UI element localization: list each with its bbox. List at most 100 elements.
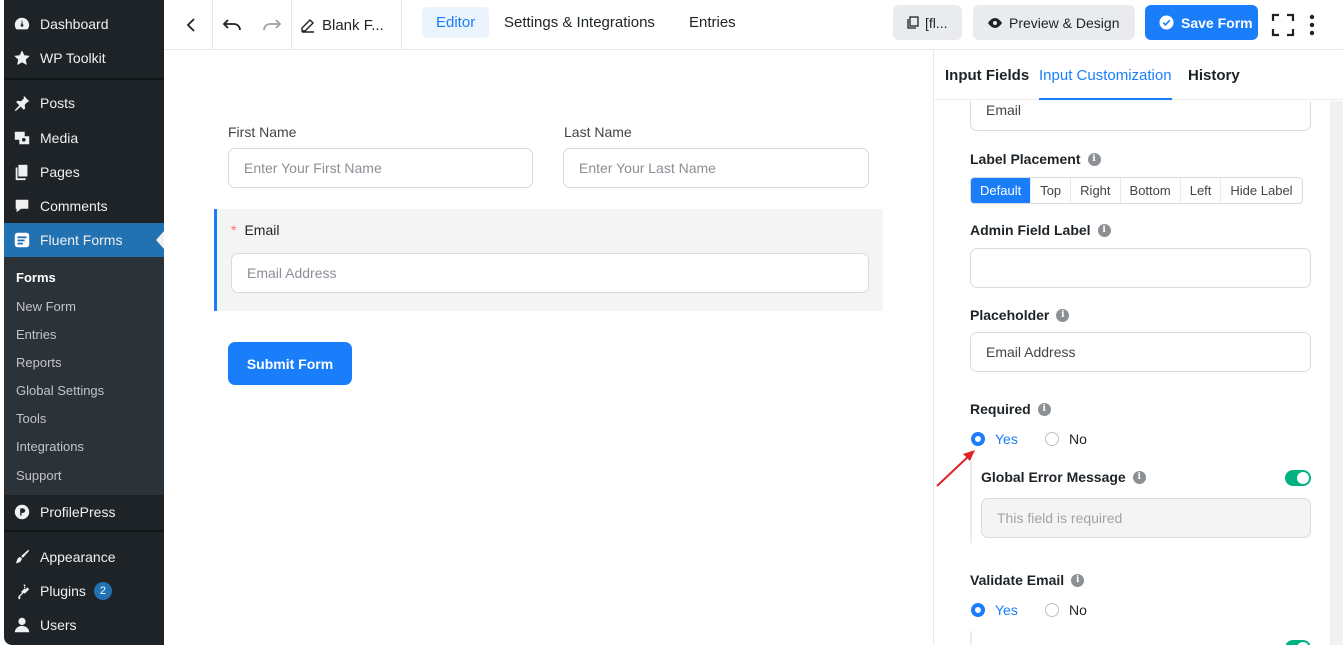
submenu-new-form[interactable]: New Form xyxy=(16,299,76,314)
menu-comments[interactable]: Comments xyxy=(4,191,164,221)
submenu-global-settings[interactable]: Global Settings xyxy=(16,383,104,398)
radio-dot xyxy=(1045,432,1059,446)
submit-form-button[interactable]: Submit Form xyxy=(228,342,352,385)
shortcode-button[interactable]: [fl... xyxy=(893,5,962,40)
submenu-entries[interactable]: Entries xyxy=(16,327,56,342)
redo-icon xyxy=(263,19,282,31)
info-icon[interactable]: i xyxy=(1097,223,1111,237)
fullscreen-button[interactable] xyxy=(1270,0,1296,50)
validate-email-no-radio[interactable]: No xyxy=(1045,602,1087,618)
required-asterisk: * xyxy=(231,222,237,238)
element-label-input[interactable]: Email xyxy=(970,101,1311,131)
panel-scrollbar[interactable] xyxy=(1330,101,1343,645)
menu-label: WP Toolkit xyxy=(40,50,106,66)
more-options-button[interactable] xyxy=(1304,0,1320,50)
placement-right[interactable]: Right xyxy=(1071,178,1121,203)
email-field-block-selected[interactable]: * Email Email Address xyxy=(214,209,883,311)
menu-wp-toolkit[interactable]: WP Toolkit xyxy=(4,43,164,73)
error-message-input[interactable]: This field is required xyxy=(981,498,1311,538)
redo-button[interactable] xyxy=(259,0,285,50)
validate-email-error-toggle[interactable] xyxy=(1285,640,1311,645)
tab-input-fields[interactable]: Input Fields xyxy=(945,50,1029,100)
validate-email-text: Validate Email xyxy=(970,572,1065,588)
tab-settings-integrations[interactable]: Settings & Integrations xyxy=(490,7,669,38)
panel-tabs: Input Fields Input Customization History xyxy=(934,50,1343,100)
email-label-text: Email xyxy=(244,222,280,238)
first-name-input[interactable]: Enter Your First Name xyxy=(228,148,533,188)
tab-editor[interactable]: Editor xyxy=(422,7,490,38)
dashboard-icon xyxy=(12,14,32,34)
shortcode-text: [fl... xyxy=(925,14,948,31)
menu-posts[interactable]: Posts xyxy=(4,88,164,118)
paintbrush-icon xyxy=(12,547,32,567)
form-title-text: Blank F... xyxy=(322,16,384,34)
info-icon[interactable]: i xyxy=(1037,402,1051,416)
menu-label: Plugins xyxy=(40,583,86,599)
menu-media[interactable]: Media xyxy=(4,123,164,153)
submenu-integrations[interactable]: Integrations xyxy=(16,439,84,454)
tab-input-customization[interactable]: Input Customization xyxy=(1039,50,1172,100)
divider xyxy=(212,0,213,50)
plug-icon xyxy=(12,581,32,601)
eye-icon xyxy=(988,17,1002,28)
submenu-support[interactable]: Support xyxy=(16,468,62,483)
admin-field-label-label: Admin Field Label i xyxy=(970,222,1111,238)
menu-users[interactable]: Users xyxy=(4,610,164,640)
menu-pages[interactable]: Pages xyxy=(4,157,164,187)
wp-admin-sidebar: Dashboard WP Toolkit Posts Media Pages C… xyxy=(4,0,164,645)
radio-label: No xyxy=(1069,602,1087,618)
placement-left[interactable]: Left xyxy=(1181,178,1222,203)
global-error-message-toggle[interactable] xyxy=(1285,470,1311,486)
radio-label: Yes xyxy=(995,602,1018,618)
menu-fluent-forms[interactable]: Fluent Forms xyxy=(4,223,164,257)
menu-dashboard[interactable]: Dashboard xyxy=(4,9,164,39)
radio-dot xyxy=(971,432,985,446)
annotation-arrow-icon xyxy=(936,450,975,487)
info-icon[interactable]: i xyxy=(1087,152,1101,166)
menu-label: Fluent Forms xyxy=(40,232,123,248)
placement-default[interactable]: Default xyxy=(971,178,1032,203)
menu-label: ProfilePress xyxy=(40,504,116,520)
menu-profilepress[interactable]: ProfilePress xyxy=(4,497,164,527)
label-placement-selector: Default Top Right Bottom Left Hide Label xyxy=(970,177,1303,204)
plugins-update-badge: 2 xyxy=(93,582,112,600)
validate-email-yes-radio[interactable]: Yes xyxy=(971,602,1018,618)
save-form-button[interactable]: Save Form xyxy=(1145,5,1258,40)
info-icon[interactable]: i xyxy=(1056,308,1070,322)
tab-history[interactable]: History xyxy=(1188,50,1240,100)
global-error-message-label: Global Error Message i xyxy=(981,469,1146,485)
radio-label: No xyxy=(1069,431,1087,447)
preview-design-button[interactable]: Preview & Design xyxy=(973,5,1135,40)
copy-icon xyxy=(907,16,919,29)
validate-email-label: Validate Email i xyxy=(970,572,1085,588)
info-icon[interactable]: i xyxy=(1071,573,1085,587)
placement-bottom[interactable]: Bottom xyxy=(1121,178,1181,203)
required-label-text: Required xyxy=(970,401,1031,417)
menu-label: Posts xyxy=(40,95,76,111)
menu-label: Pages xyxy=(40,164,80,180)
submenu-reports[interactable]: Reports xyxy=(16,355,62,370)
form-title[interactable]: Blank F... xyxy=(300,0,384,50)
placeholder-input[interactable]: Email Address xyxy=(970,332,1311,372)
chevron-left-icon xyxy=(186,18,195,32)
menu-label: Media xyxy=(40,130,79,146)
last-name-input[interactable]: Enter Your Last Name xyxy=(563,148,869,188)
admin-field-label-input[interactable] xyxy=(970,248,1311,288)
submenu-forms[interactable]: Forms xyxy=(16,270,56,285)
menu-appearance[interactable]: Appearance xyxy=(4,542,164,572)
placement-top[interactable]: Top xyxy=(1031,178,1072,203)
media-icon xyxy=(12,128,32,148)
placement-hide-label[interactable]: Hide Label xyxy=(1221,178,1301,203)
email-input[interactable]: Email Address xyxy=(231,253,869,293)
menu-plugins[interactable]: Plugins 2 xyxy=(4,576,164,606)
submenu-tools[interactable]: Tools xyxy=(16,411,46,426)
save-form-label: Save Form xyxy=(1181,14,1253,31)
tab-entries[interactable]: Entries xyxy=(675,7,750,38)
back-button[interactable] xyxy=(178,0,204,50)
undo-button[interactable] xyxy=(219,0,245,50)
placeholder-label-text: Placeholder xyxy=(970,307,1050,323)
info-icon[interactable]: i xyxy=(1132,470,1146,484)
radio-dot xyxy=(971,603,985,617)
required-no-radio[interactable]: No xyxy=(1045,431,1087,447)
check-circle-icon xyxy=(1159,15,1174,30)
